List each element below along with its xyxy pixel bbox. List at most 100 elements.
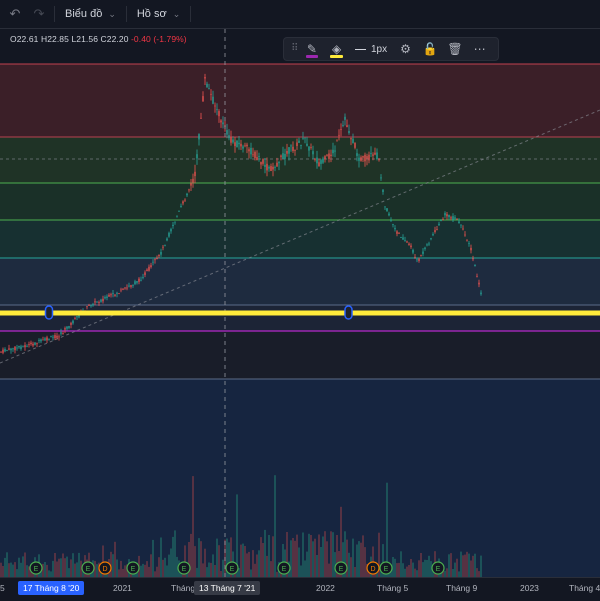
volume-bar <box>190 533 192 577</box>
volume-bar <box>212 554 214 577</box>
event-marker[interactable]: E <box>29 561 43 575</box>
volume-bar <box>330 531 332 577</box>
candle-body <box>240 143 242 147</box>
volume-bar <box>96 564 98 577</box>
volume-bar <box>472 555 474 577</box>
candle-body <box>214 105 216 107</box>
candle-body <box>276 162 278 167</box>
volume-bar <box>76 562 78 577</box>
chart-menu-button[interactable]: Biểu đồ ⌄ <box>61 8 120 20</box>
event-marker[interactable]: E <box>431 561 445 575</box>
candle-body <box>378 159 380 161</box>
volume-bar <box>116 559 118 577</box>
drag-handle-icon[interactable]: ⠿ <box>290 37 300 61</box>
event-marker[interactable]: E <box>177 561 191 575</box>
volume-bar <box>150 554 152 577</box>
profile-menu-label: Hồ sơ <box>136 8 167 20</box>
candle-body <box>452 216 454 221</box>
candle-body <box>328 153 330 159</box>
candle-body <box>58 336 60 338</box>
candle-body <box>392 224 394 225</box>
volume-bar <box>204 548 206 577</box>
candle-body <box>152 261 154 263</box>
line-width-button[interactable]: 1px <box>349 37 393 61</box>
x-tick-label: Tháng <box>171 583 196 593</box>
candle-body <box>112 293 114 294</box>
candle-body <box>222 122 224 125</box>
event-marker[interactable]: E <box>225 561 239 575</box>
event-marker[interactable]: E <box>126 561 140 575</box>
volume-bar <box>354 567 356 577</box>
volume-bar <box>300 565 302 577</box>
candle-body <box>18 345 20 348</box>
volume-bar <box>266 555 268 577</box>
candle-body <box>48 339 50 340</box>
volume-bar <box>410 559 412 577</box>
trash-icon[interactable]: 🗑 <box>443 37 468 61</box>
volume-bar <box>22 556 24 577</box>
volume-bar <box>304 560 306 577</box>
candle-body <box>352 138 354 144</box>
candle-body <box>88 305 90 306</box>
redo-icon[interactable]: ↷ <box>30 5 48 23</box>
candle-body <box>470 247 472 251</box>
volume-bar <box>146 561 148 577</box>
candle-body <box>128 285 130 287</box>
fib-band-2 <box>0 137 600 183</box>
volume-bar <box>64 558 66 577</box>
candle-body <box>164 245 166 247</box>
volume-bar <box>476 568 478 577</box>
volume-bar <box>66 556 68 577</box>
time-axis[interactable]: 5 17 Tháng 8 '20 2021 Tháng 13 Tháng 7 '… <box>0 577 600 601</box>
volume-bar <box>292 538 294 577</box>
candle-body <box>38 340 40 341</box>
volume-bar <box>120 560 122 577</box>
candle-body <box>220 120 222 123</box>
volume-bar <box>170 548 172 577</box>
event-marker[interactable]: E <box>277 561 291 575</box>
volume-bar <box>426 560 428 577</box>
ohlc-low: L21.56 <box>71 34 99 44</box>
candle-body <box>264 164 266 167</box>
volume-bar <box>4 557 6 577</box>
volume-bar <box>160 537 162 577</box>
event-marker[interactable]: D <box>98 561 112 575</box>
price-chart[interactable]: EEDEEEEEDEE <box>0 0 600 600</box>
volume-bar <box>200 541 202 577</box>
toolbar-divider <box>54 6 55 22</box>
gear-icon[interactable]: ⚙ <box>393 37 418 61</box>
candle-body <box>92 304 94 306</box>
more-icon[interactable]: ⋯ <box>467 37 492 61</box>
candle-body <box>408 243 410 245</box>
candle-body <box>172 224 174 226</box>
candle-body <box>394 228 396 230</box>
volume-bar <box>414 568 416 577</box>
line-anchor-handle[interactable] <box>344 305 353 320</box>
pencil-icon[interactable]: ✎ <box>300 37 325 61</box>
event-marker[interactable]: E <box>334 561 348 575</box>
undo-icon[interactable]: ↶ <box>6 5 24 23</box>
event-marker[interactable]: E <box>81 561 95 575</box>
lock-icon[interactable]: 🔓 <box>418 37 443 61</box>
volume-bar <box>254 563 256 577</box>
candle-body <box>410 245 412 248</box>
line-anchor-handle[interactable] <box>44 305 54 320</box>
volume-bar <box>250 569 252 577</box>
x-tick-label: 2022 <box>316 583 335 593</box>
volume-bar <box>396 563 398 577</box>
svg-text:E: E <box>436 566 441 573</box>
event-marker[interactable]: D <box>366 561 380 575</box>
candle-body <box>166 238 168 241</box>
volume-bar <box>394 558 396 577</box>
candle-body <box>440 220 442 222</box>
fibonacci-retracement-bands[interactable] <box>0 63 600 577</box>
profile-menu-button[interactable]: Hồ sơ ⌄ <box>133 8 184 20</box>
candle-body <box>422 251 424 254</box>
volume-bar <box>480 555 482 577</box>
event-markers[interactable]: EEDEEEEEDEE <box>29 561 445 575</box>
volume-bar <box>10 562 12 577</box>
volume-bar <box>416 570 418 577</box>
event-marker[interactable]: E <box>379 561 393 575</box>
fill-bucket-icon[interactable]: ◈ <box>324 37 349 61</box>
top-toolbar: ↶ ↷ Biểu đồ ⌄ Hồ sơ ⌄ <box>0 0 600 29</box>
